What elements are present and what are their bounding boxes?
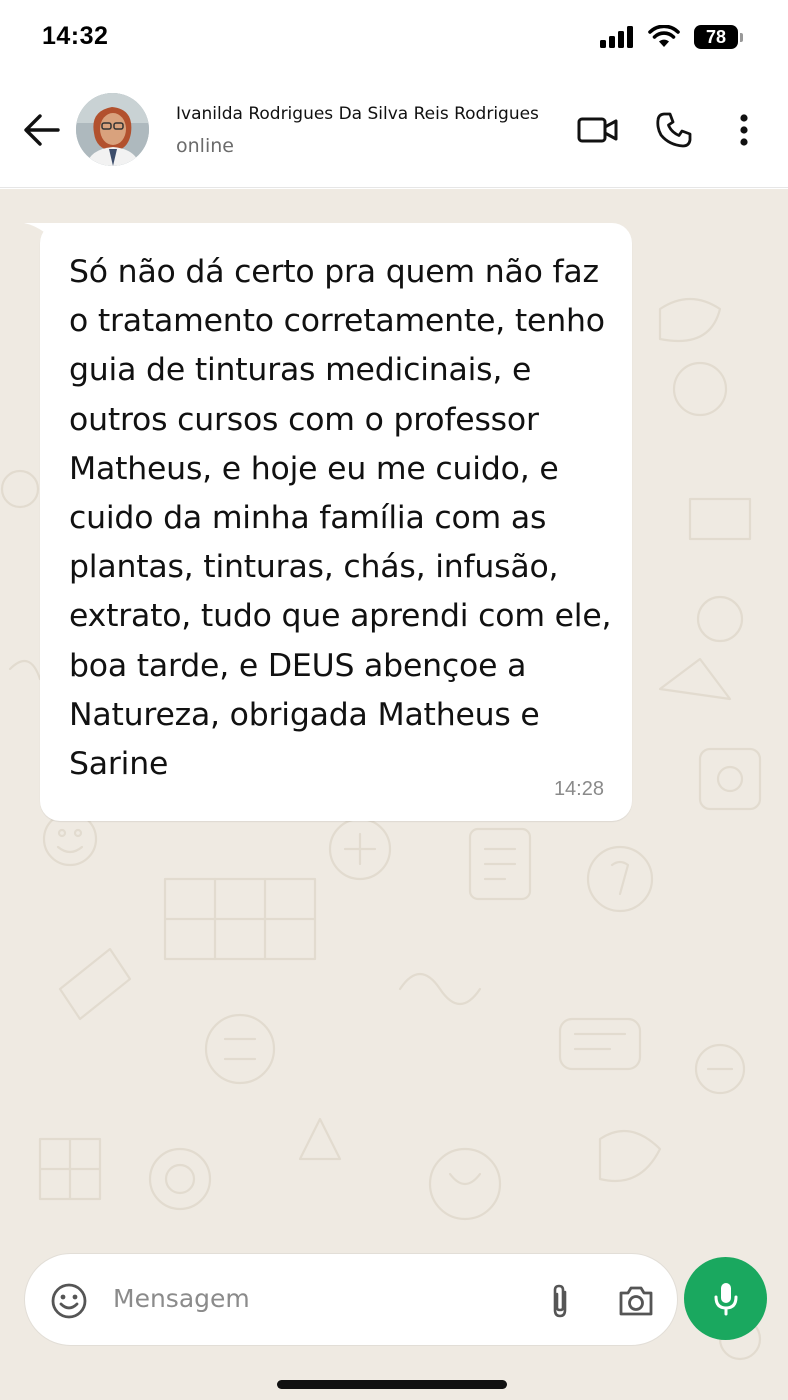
battery-icon: 78 (694, 25, 743, 49)
message-input[interactable]: Mensagem (113, 1284, 250, 1313)
chat-area[interactable]: Só não dá certo pra quem não faz o trata… (0, 189, 788, 1400)
emoji-button[interactable] (48, 1280, 90, 1322)
video-call-icon (577, 117, 618, 143)
voice-call-icon (656, 112, 692, 148)
emoji-icon (51, 1283, 87, 1319)
contact-status: online (176, 135, 234, 157)
message-input-bar[interactable]: Mensagem (24, 1253, 678, 1346)
voice-message-button[interactable] (684, 1257, 767, 1340)
signal-icon (600, 26, 633, 48)
contact-photo (76, 93, 149, 166)
status-time: 14:32 (42, 22, 109, 50)
message-time: 14:28 (553, 778, 604, 800)
video-call-button[interactable] (574, 106, 622, 154)
more-options-button[interactable] (720, 106, 768, 154)
attach-button[interactable] (539, 1280, 581, 1322)
back-button[interactable] (20, 108, 64, 152)
battery-level: 78 (705, 26, 727, 47)
avatar[interactable] (76, 93, 149, 166)
camera-button[interactable] (615, 1280, 657, 1322)
home-indicator[interactable] (277, 1380, 507, 1389)
back-arrow-icon (24, 114, 60, 146)
contact-name[interactable]: Ivanilda Rodrigues Da Silva Reis Rodrigu… (176, 104, 556, 124)
more-options-icon (740, 114, 748, 146)
chat-header: Ivanilda Rodrigues Da Silva Reis Rodrigu… (0, 76, 788, 188)
attach-icon (553, 1284, 567, 1318)
status-icons: 78 (600, 22, 743, 52)
status-bar: 14:32 78 (0, 0, 788, 76)
wifi-icon (648, 25, 680, 47)
message-text: Só não dá certo pra quem não faz o trata… (69, 254, 612, 783)
message-bubble[interactable]: Só não dá certo pra quem não faz o trata… (40, 223, 632, 821)
camera-icon (619, 1286, 653, 1316)
voice-call-button[interactable] (650, 106, 698, 154)
microphone-icon (714, 1282, 737, 1315)
